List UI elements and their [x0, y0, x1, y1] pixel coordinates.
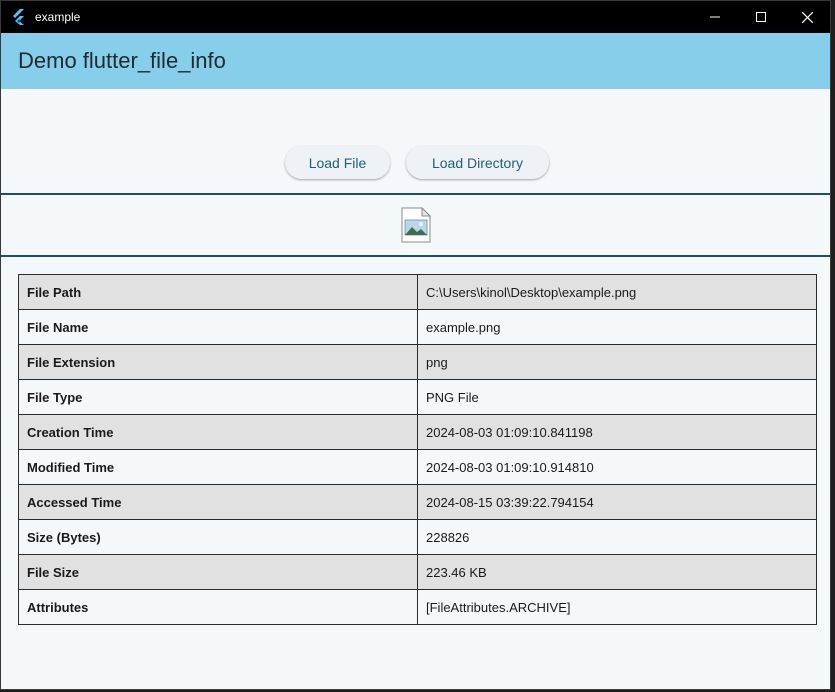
close-button[interactable] — [784, 1, 830, 33]
row-key: Modified Time — [18, 449, 418, 485]
table-row: Accessed Time 2024-08-15 03:39:22.794154 — [18, 484, 817, 520]
row-value: 2024-08-15 03:39:22.794154 — [417, 484, 817, 520]
app-bar: Demo flutter_file_info — [1, 33, 830, 89]
row-value: 2024-08-03 01:09:10.914810 — [417, 449, 817, 485]
table-row: Creation Time 2024-08-03 01:09:10.841198 — [18, 414, 817, 450]
row-key: Accessed Time — [18, 484, 418, 520]
table-row: File Path C:\Users\kinol\Desktop\example… — [18, 274, 817, 310]
file-info-table: File Path C:\Users\kinol\Desktop\example… — [18, 274, 817, 625]
image-file-icon — [401, 207, 431, 243]
table-row: Modified Time 2024-08-03 01:09:10.914810 — [18, 449, 817, 485]
row-value: example.png — [417, 309, 817, 345]
page-title: Demo flutter_file_info — [18, 48, 226, 73]
window-controls — [692, 1, 830, 33]
close-icon — [801, 11, 813, 23]
action-area: Load File Load Directory — [1, 89, 830, 193]
row-key: File Extension — [18, 344, 418, 380]
table-row: Size (Bytes) 228826 — [18, 519, 817, 555]
load-directory-button[interactable]: Load Directory — [406, 146, 549, 179]
title-bar[interactable]: example — [1, 1, 830, 33]
row-value: 228826 — [417, 519, 817, 555]
row-key: File Path — [18, 274, 418, 310]
row-key: File Name — [18, 309, 418, 345]
minimize-icon — [710, 16, 720, 18]
app-window: example Demo flutter_file_info Load File… — [0, 0, 831, 690]
flutter-logo-icon — [11, 9, 27, 25]
table-row: File Size 223.46 KB — [18, 554, 817, 590]
table-row: File Type PNG File — [18, 379, 817, 415]
row-value: C:\Users\kinol\Desktop\example.png — [417, 274, 817, 310]
row-key: Creation Time — [18, 414, 418, 450]
row-key: File Size — [18, 554, 418, 590]
row-key: File Type — [18, 379, 418, 415]
maximize-button[interactable] — [738, 1, 784, 33]
window-title: example — [35, 10, 81, 24]
row-value: 2024-08-03 01:09:10.841198 — [417, 414, 817, 450]
table-row: File Extension png — [18, 344, 817, 380]
file-preview — [1, 195, 830, 255]
row-value: 223.46 KB — [417, 554, 817, 590]
minimize-button[interactable] — [692, 1, 738, 33]
row-value: [FileAttributes.ARCHIVE] — [417, 589, 817, 625]
load-file-button[interactable]: Load File — [285, 146, 390, 179]
row-key: Attributes — [18, 589, 418, 625]
divider-bottom — [1, 255, 830, 257]
table-row: Attributes [FileAttributes.ARCHIVE] — [18, 589, 817, 625]
row-value: PNG File — [417, 379, 817, 415]
row-value: png — [417, 344, 817, 380]
row-key: Size (Bytes) — [18, 519, 418, 555]
file-info-table-container: File Path C:\Users\kinol\Desktop\example… — [18, 274, 817, 625]
maximize-icon — [756, 12, 766, 22]
table-row: File Name example.png — [18, 309, 817, 345]
